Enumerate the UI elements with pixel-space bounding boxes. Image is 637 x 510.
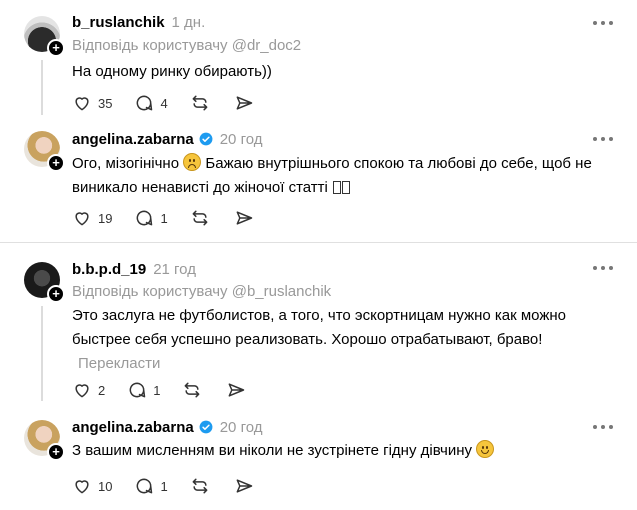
like-button[interactable]: 2: [72, 380, 105, 400]
avatar-b-ruslanchik[interactable]: +: [24, 16, 65, 57]
follow-plus-icon[interactable]: +: [47, 154, 65, 172]
verified-badge-icon: [199, 132, 213, 146]
comment-count: 1: [160, 478, 168, 494]
comment-button[interactable]: 1: [127, 380, 160, 400]
like-count: 19: [98, 210, 113, 226]
share-icon: [236, 479, 252, 493]
comment-button[interactable]: 1: [134, 476, 168, 496]
more-icon[interactable]: [593, 21, 613, 27]
username[interactable]: angelina.zabarna: [72, 419, 194, 436]
frowning-emoji-icon: [183, 153, 202, 171]
post-text: Ого, мізогінічно Бажаю внутрішнього спок…: [72, 152, 592, 200]
avatar-b-b-p-d-19[interactable]: +: [24, 262, 65, 303]
missing-glyph-icon: [342, 181, 351, 194]
repost-button[interactable]: [190, 93, 210, 113]
share-button[interactable]: [234, 208, 254, 228]
thread-line: [41, 60, 43, 115]
username[interactable]: angelina.zabarna: [72, 131, 194, 148]
repost-icon: [192, 478, 208, 494]
comment-icon: [137, 95, 153, 111]
post-text-part-1: Ого, мізогінічно: [72, 155, 180, 172]
comment-icon: [129, 382, 146, 398]
smiling-emoji-icon: [476, 440, 495, 458]
post-2: + angelina.zabarna 20 год Ого, мізогініч…: [0, 125, 637, 240]
username[interactable]: b.b.p.d_19: [72, 261, 146, 278]
heart-icon: [75, 97, 89, 111]
thread-line: [41, 306, 43, 401]
timestamp[interactable]: 21 год: [153, 261, 196, 278]
follow-plus-icon[interactable]: +: [47, 443, 65, 461]
repost-icon: [192, 210, 208, 226]
action-bar: 19 1: [72, 207, 278, 229]
timestamp[interactable]: 20 год: [220, 131, 263, 148]
avatar-angelina-zabarna[interactable]: +: [24, 420, 65, 461]
post-text: З вашим мисленням ви ніколи не зустрінет…: [72, 439, 592, 463]
username[interactable]: b_ruslanchik: [72, 14, 165, 31]
comment-count: 4: [160, 95, 168, 111]
share-button[interactable]: [226, 380, 246, 400]
comment-count: 1: [153, 382, 161, 398]
post-text: Это заслуга не футболистов, а того, что …: [72, 304, 592, 376]
comment-icon: [137, 478, 153, 494]
comment-button[interactable]: 4: [134, 93, 168, 113]
like-count: 2: [98, 382, 106, 398]
share-icon: [236, 96, 252, 110]
like-button[interactable]: 35: [72, 93, 112, 113]
post-text-body: Это заслуга не футболистов, а того, что …: [72, 307, 567, 348]
timestamp[interactable]: 1 дн.: [172, 14, 206, 31]
reply-to-label[interactable]: Відповідь користувачу @b_ruslanchik: [72, 283, 331, 300]
share-icon: [229, 383, 245, 397]
like-count: 10: [98, 478, 113, 494]
post-1: + b_ruslanchik 1 дн. Відповідь користува…: [0, 0, 637, 125]
share-icon: [236, 211, 252, 225]
follow-plus-icon[interactable]: +: [47, 285, 65, 303]
repost-button[interactable]: [190, 208, 210, 228]
post-4: + angelina.zabarna 20 год З вашим мислен…: [0, 408, 637, 510]
post-text: На одному ринку обирають)): [72, 63, 272, 80]
translate-link[interactable]: Перекласти: [78, 355, 160, 372]
heart-icon: [75, 384, 89, 398]
heart-icon: [75, 212, 89, 226]
heart-icon: [75, 480, 89, 494]
more-icon[interactable]: [593, 137, 613, 143]
share-button[interactable]: [234, 93, 254, 113]
timestamp[interactable]: 20 год: [220, 419, 263, 436]
like-button[interactable]: 19: [72, 208, 112, 228]
repost-button[interactable]: [190, 476, 210, 496]
like-count: 35: [98, 95, 113, 111]
action-bar: 35 4: [72, 92, 278, 114]
reply-to-label[interactable]: Відповідь користувачу @dr_doc2: [72, 37, 301, 54]
like-button[interactable]: 10: [72, 476, 112, 496]
comment-icon: [137, 210, 153, 226]
post-3: + b.b.p.d_19 21 год Відповідь користувач…: [0, 243, 637, 408]
repost-icon: [185, 382, 200, 398]
avatar-angelina-zabarna[interactable]: +: [24, 131, 65, 172]
follow-plus-icon[interactable]: +: [47, 39, 65, 57]
comment-button[interactable]: 1: [134, 208, 168, 228]
repost-icon: [192, 95, 208, 111]
more-icon[interactable]: [593, 266, 613, 272]
verified-badge-icon: [199, 420, 213, 434]
more-icon[interactable]: [593, 425, 613, 431]
repost-button[interactable]: [182, 380, 202, 400]
share-button[interactable]: [234, 476, 254, 496]
post-text-body: З вашим мисленням ви ніколи не зустрінет…: [72, 442, 472, 459]
comment-count: 1: [160, 210, 168, 226]
action-bar: 10 1: [72, 475, 278, 497]
action-bar: 2 1: [72, 379, 270, 401]
missing-glyph-icon: [333, 181, 342, 194]
